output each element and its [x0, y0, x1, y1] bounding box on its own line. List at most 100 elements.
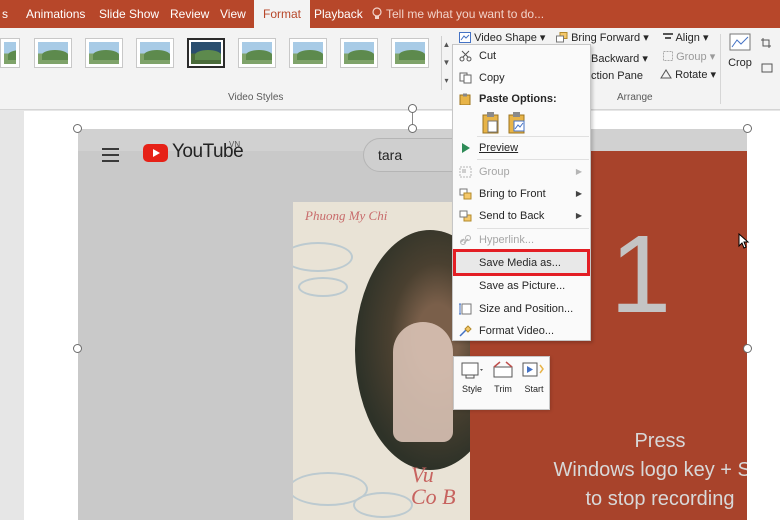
style-label: Style [461, 384, 482, 394]
ribbon-tab-bar: s Animations Slide Show Review View Form… [0, 0, 780, 28]
tell-me-search[interactable]: Tell me what you want to do... [372, 0, 544, 28]
crop-icon [729, 33, 751, 51]
trim-button[interactable]: Trim [488, 361, 518, 405]
tab-animations[interactable]: Animations [26, 0, 85, 28]
video-style-thumbnail[interactable] [289, 38, 327, 68]
menu-item-save-media-as[interactable]: Save Media as... [453, 252, 590, 274]
poster-figure [393, 322, 453, 442]
crop-options-icon[interactable] [760, 36, 774, 80]
video-shape-button[interactable]: Video Shape ▾ [459, 31, 545, 44]
rotate-button[interactable]: Rotate ▾ [660, 68, 716, 81]
resize-handle[interactable] [743, 344, 752, 353]
video-style-thumbnail[interactable] [340, 38, 378, 68]
video-shape-label: Video Shape [474, 32, 537, 44]
instruction-line: Windows logo key + Shi [553, 459, 747, 481]
video-style-thumbnail[interactable] [0, 38, 20, 68]
send-backward-label: Backward [591, 53, 640, 65]
menu-item-label: Preview [479, 142, 519, 154]
video-style-icon [461, 362, 483, 379]
video-object[interactable]: YouTube VN tara Phuong My Chi Vu Co B 1 … [78, 129, 747, 520]
start-button[interactable]: Start [519, 361, 549, 405]
menu-item-copy[interactable]: Copy [453, 67, 590, 89]
group-label: Group [676, 51, 707, 63]
arrange-group-label: Arrange [617, 92, 653, 103]
group-button[interactable]: Group ▾ [663, 50, 715, 63]
resize-handle[interactable] [743, 124, 752, 133]
menu-item-label: Bring to Front [479, 188, 546, 200]
menu-item-label: Hyperlink... [479, 234, 535, 246]
menu-item-label: Save as Picture... [479, 280, 566, 292]
bring-to-front-icon [459, 188, 472, 200]
video-style-thumbnail[interactable] [136, 38, 174, 68]
menu-paste-options-header: Paste Options: [453, 88, 590, 110]
align-button[interactable]: Align ▾ [663, 31, 709, 44]
menu-item-size-and-position[interactable]: Size and Position... [453, 298, 590, 320]
menu-separator [477, 159, 589, 160]
menu-item-label: Format Video... [479, 325, 554, 337]
scissors-icon [459, 50, 472, 62]
crop-label: Crop [728, 57, 752, 69]
video-style-thumbnail-selected[interactable] [187, 38, 225, 68]
tab-playback[interactable]: Playback [314, 0, 363, 28]
selection-pane-button[interactable]: ction Pane [591, 70, 643, 82]
resize-handle[interactable] [73, 124, 82, 133]
menu-item-label: Paste Options: [479, 93, 557, 105]
play-icon [462, 143, 470, 153]
video-style-thumbnail[interactable] [34, 38, 72, 68]
rotate-label: Rotate [675, 69, 708, 81]
tell-me-text: Tell me what you want to do... [386, 7, 545, 21]
menu-item-send-to-back[interactable]: Send to Back ▶ [453, 205, 590, 227]
menu-item-group[interactable]: Group ▶ [453, 161, 590, 183]
resize-handle[interactable] [408, 124, 417, 133]
paste-picture-icon [508, 112, 525, 134]
tab-slide-show[interactable]: Slide Show [99, 0, 159, 28]
menu-item-format-video[interactable]: Format Video... [453, 320, 590, 342]
send-backward-button[interactable]: Backward ▾ [591, 52, 648, 65]
menu-item-preview[interactable]: Preview [453, 137, 590, 159]
rotation-handle[interactable] [408, 104, 417, 113]
menu-item-cut[interactable]: Cut [453, 45, 590, 67]
countdown-number: 1 [610, 213, 672, 336]
menu-item-label: Group [479, 166, 510, 178]
align-label: Align [675, 32, 700, 44]
recording-instructions: Press Windows logo key + Shi to stop rec… [470, 427, 747, 514]
paste-keep-formatting-button[interactable] [479, 110, 501, 134]
video-shape-icon [459, 32, 471, 43]
trim-video-icon [493, 361, 513, 378]
menu-item-label: Send to Back [479, 210, 545, 222]
menu-item-hyperlink[interactable]: Hyperlink... [453, 229, 590, 251]
mouse-cursor-icon [738, 233, 750, 249]
video-style-thumbnail[interactable] [85, 38, 123, 68]
format-video-icon [459, 325, 472, 337]
align-icon [663, 33, 673, 39]
resize-handle[interactable] [73, 344, 82, 353]
group-icon [459, 166, 472, 178]
video-style-thumbnail[interactable] [391, 38, 429, 68]
cloud-decoration [353, 492, 413, 518]
ribbon-separator [720, 34, 721, 104]
video-style-thumbnail[interactable] [238, 38, 276, 68]
link-icon [460, 235, 471, 245]
start-label: Start [524, 384, 544, 394]
bring-forward-button[interactable]: Bring Forward ▾ [556, 31, 649, 44]
tab-partial[interactable]: s [2, 0, 8, 28]
menu-item-save-as-picture[interactable]: Save as Picture... [453, 275, 590, 297]
tab-format[interactable]: Format [254, 0, 311, 28]
gallery-scroll-buttons[interactable]: ▲ ▼ ▾ [441, 36, 451, 90]
instruction-line: to stop recording [585, 488, 735, 510]
menu-item-bring-to-front[interactable]: Bring to Front ▶ [453, 183, 590, 205]
menu-item-label: Cut [479, 50, 497, 62]
submenu-arrow-icon: ▶ [575, 211, 582, 220]
poster-artist-name: Phuong My Chi [305, 208, 388, 223]
tab-review[interactable]: Review [170, 0, 209, 28]
crop-button[interactable]: Crop [726, 32, 754, 69]
menu-item-label: Size and Position... [479, 303, 574, 315]
paste-as-picture-button[interactable] [505, 110, 527, 134]
style-button[interactable]: Style [457, 361, 487, 405]
video-styles-group-label: Video Styles [228, 92, 284, 103]
youtube-region-label: VN [229, 140, 241, 149]
tab-view[interactable]: View [220, 0, 246, 28]
poster-song-title: Vu Co B [411, 464, 456, 508]
poster-title-line: Vu [411, 462, 434, 487]
menu-item-label: Save Media as... [479, 257, 561, 269]
